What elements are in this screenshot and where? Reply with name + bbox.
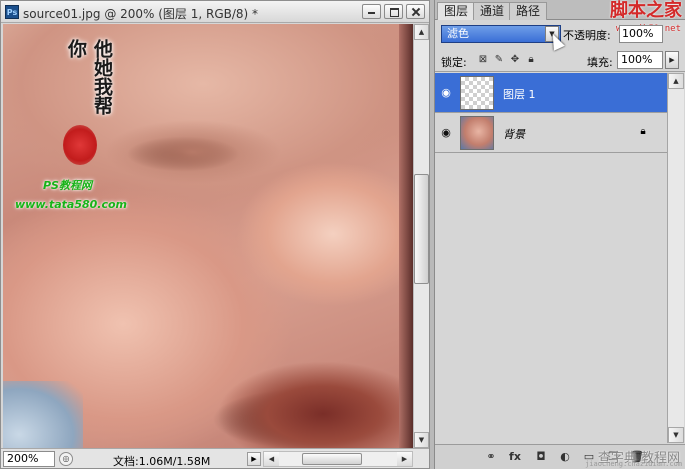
layers-scrollbar[interactable]: ▲ ▼: [667, 73, 684, 443]
adjustment-icon[interactable]: ◐: [557, 450, 573, 464]
layer-name: 图层 1: [503, 88, 536, 101]
lock-label: 锁定:: [441, 56, 467, 69]
document-size: 文档:1.06M/1.58M: [113, 455, 211, 468]
scroll-up-arrow-icon[interactable]: ▲: [414, 24, 429, 40]
scroll-left-arrow-icon[interactable]: ◀: [264, 452, 279, 466]
layer-name: 背景: [503, 128, 525, 141]
vertical-scrollbar[interactable]: ▲ ▼: [413, 24, 429, 448]
tab-channels[interactable]: 通道: [473, 2, 512, 20]
brand-stamp: 脚本之家: [610, 0, 682, 21]
watermark-calligraphy: 他她我帮你: [65, 39, 113, 115]
link-icon[interactable]: ⚭: [483, 450, 499, 464]
zoom-field[interactable]: 200%: [3, 451, 55, 467]
layers-panel: 图层 通道 路径 脚本之家 www.jb51.net 滤色 ▼ 不透明度: 10…: [434, 0, 685, 469]
status-menu-arrow-icon[interactable]: ▶: [247, 452, 261, 466]
tab-paths[interactable]: 路径: [509, 2, 548, 20]
opacity-label: 不透明度:: [563, 29, 611, 42]
mask-icon[interactable]: ◘: [533, 450, 549, 464]
photoshop-icon: Ps: [5, 5, 19, 19]
fill-field[interactable]: 100%: [617, 51, 663, 69]
watermark-site-name: PS教程网: [43, 179, 92, 192]
scroll-right-arrow-icon[interactable]: ▶: [397, 452, 412, 466]
horizontal-scrollbar[interactable]: ◀ ▶: [263, 451, 413, 467]
opacity-field[interactable]: 100%: [619, 25, 663, 43]
fx-icon[interactable]: fx: [507, 450, 523, 464]
canvas-blanket-region: [3, 381, 83, 448]
layer-row[interactable]: ◉ 图层 1: [435, 73, 667, 113]
window-controls: [362, 4, 425, 19]
minimize-button[interactable]: [362, 4, 381, 19]
document-title: source01.jpg @ 200% (图层 1, RGB/8) *: [23, 7, 259, 21]
layer-row[interactable]: ◉ 背景 🔒︎: [435, 113, 667, 153]
watermark: 他她我帮你 PS教程网 www.tata580.com: [11, 31, 161, 221]
tab-layers[interactable]: 图层: [437, 2, 476, 20]
scroll-down-arrow-icon[interactable]: ▼: [668, 427, 684, 443]
fill-arrow-icon[interactable]: ▶: [665, 51, 679, 69]
canvas-shadow-edge: [399, 24, 413, 448]
layers-list: ◉ 图层 1 ◉ 背景 🔒︎: [435, 73, 685, 443]
panel-tabs: 图层 通道 路径 脚本之家: [435, 0, 685, 21]
footer-url: jiaocheng.chazidian.com: [585, 460, 682, 468]
scroll-up-arrow-icon[interactable]: ▲: [668, 73, 684, 89]
layer-thumbnail: [460, 116, 494, 150]
blend-mode-select[interactable]: 滤色: [441, 25, 561, 43]
lock-position-icon[interactable]: ✥: [509, 54, 521, 66]
vertical-scroll-thumb[interactable]: [414, 174, 429, 284]
panel-footer: ⚭ fx ◘ ◐ ▭ ❐ 🗑︎ 查字典 教程网 jiaocheng.chazid…: [435, 444, 685, 469]
status-info-icon[interactable]: ◎: [59, 452, 73, 466]
status-bar: 200% ◎ 文档:1.06M/1.58M ▶ ◀ ▶: [1, 448, 429, 468]
fill-label: 填充:: [587, 56, 613, 69]
visibility-eye-icon[interactable]: ◉: [439, 86, 453, 100]
horizontal-scroll-thumb[interactable]: [302, 453, 362, 465]
close-button[interactable]: [406, 4, 425, 19]
layer-thumbnail: [460, 76, 494, 110]
watermark-url: www.tata580.com: [15, 198, 128, 211]
scroll-down-arrow-icon[interactable]: ▼: [414, 432, 429, 448]
blend-row: 滤色 ▼ 不透明度: 100%: [435, 21, 685, 51]
lock-transparency-icon[interactable]: ⊠: [477, 54, 489, 66]
watermark-seal: [63, 125, 97, 165]
lock-all-icon[interactable]: 🔒︎: [525, 54, 537, 66]
maximize-button[interactable]: [384, 4, 403, 19]
document-titlebar[interactable]: Ps source01.jpg @ 200% (图层 1, RGB/8) *: [1, 1, 429, 23]
document-window: Ps source01.jpg @ 200% (图层 1, RGB/8) * 他…: [0, 0, 430, 469]
lock-row: 锁定: ⊠ ✎ ✥ 🔒︎ 填充: 100% ▶: [435, 48, 685, 72]
visibility-eye-icon[interactable]: ◉: [439, 126, 453, 140]
layer-lock-icon: 🔒︎: [640, 126, 646, 137]
lock-pixels-icon[interactable]: ✎: [493, 54, 505, 66]
